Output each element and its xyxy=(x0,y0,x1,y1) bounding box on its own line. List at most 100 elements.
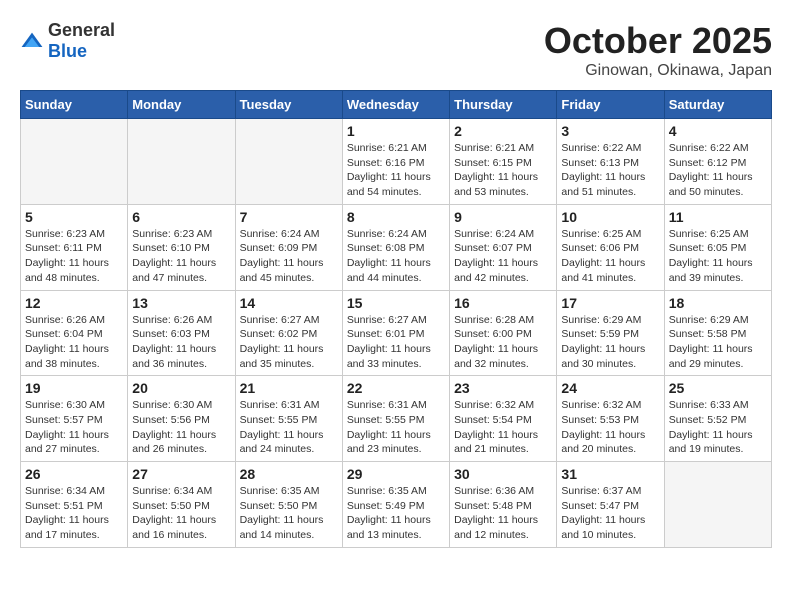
calendar-cell: 1 Sunrise: 6:21 AM Sunset: 6:16 PM Daylig… xyxy=(342,119,449,205)
location-title: Ginowan, Okinawa, Japan xyxy=(544,62,772,80)
day-number: 31 xyxy=(561,466,659,482)
day-info: Sunrise: 6:23 AM Sunset: 6:10 PM Dayligh… xyxy=(132,227,230,286)
calendar-week-row: 12 Sunrise: 6:26 AM Sunset: 6:04 PM Dayli… xyxy=(21,290,772,376)
calendar-cell: 18 Sunrise: 6:29 AM Sunset: 5:58 PM Dayli… xyxy=(664,290,771,376)
day-info: Sunrise: 6:25 AM Sunset: 6:06 PM Dayligh… xyxy=(561,227,659,286)
header: General Blue October 2025 Ginowan, Okina… xyxy=(20,20,772,80)
calendar-cell: 31 Sunrise: 6:37 AM Sunset: 5:47 PM Dayli… xyxy=(557,462,664,548)
day-number: 14 xyxy=(240,295,338,311)
day-info: Sunrise: 6:37 AM Sunset: 5:47 PM Dayligh… xyxy=(561,484,659,543)
day-number: 12 xyxy=(25,295,123,311)
calendar-week-row: 5 Sunrise: 6:23 AM Sunset: 6:11 PM Daylig… xyxy=(21,204,772,290)
calendar-cell: 22Sunrise: 6:31 AM Sunset: 5:55 PM Dayli… xyxy=(342,376,449,462)
day-number: 28 xyxy=(240,466,338,482)
day-info: Sunrise: 6:21 AM Sunset: 6:15 PM Dayligh… xyxy=(454,141,552,200)
day-number: 29 xyxy=(347,466,445,482)
calendar-cell: 14Sunrise: 6:27 AM Sunset: 6:02 PM Dayli… xyxy=(235,290,342,376)
day-number: 18 xyxy=(669,295,767,311)
day-number: 23 xyxy=(454,380,552,396)
weekday-header-saturday: Saturday xyxy=(664,91,771,119)
day-info: Sunrise: 6:24 AM Sunset: 6:09 PM Dayligh… xyxy=(240,227,338,286)
day-number: 1 xyxy=(347,123,445,139)
calendar-cell: 23 Sunrise: 6:32 AM Sunset: 5:54 PM Dayli… xyxy=(450,376,557,462)
day-info: Sunrise: 6:31 AM Sunset: 5:55 PM Dayligh… xyxy=(240,398,338,457)
calendar-cell: 27 Sunrise: 6:34 AM Sunset: 5:50 PM Dayli… xyxy=(128,462,235,548)
day-info: Sunrise: 6:27 AM Sunset: 6:01 PM Dayligh… xyxy=(347,313,445,372)
calendar-cell: 25Sunrise: 6:33 AM Sunset: 5:52 PM Dayli… xyxy=(664,376,771,462)
day-info: Sunrise: 6:32 AM Sunset: 5:54 PM Dayligh… xyxy=(454,398,552,457)
day-number: 9 xyxy=(454,209,552,225)
calendar-cell: 20 Sunrise: 6:30 AM Sunset: 5:56 PM Dayli… xyxy=(128,376,235,462)
calendar-cell: 12 Sunrise: 6:26 AM Sunset: 6:04 PM Dayli… xyxy=(21,290,128,376)
day-info: Sunrise: 6:34 AM Sunset: 5:50 PM Dayligh… xyxy=(132,484,230,543)
day-info: Sunrise: 6:35 AM Sunset: 5:50 PM Dayligh… xyxy=(240,484,338,543)
weekday-header-thursday: Thursday xyxy=(450,91,557,119)
day-number: 7 xyxy=(240,209,338,225)
calendar-cell: 17Sunrise: 6:29 AM Sunset: 5:59 PM Dayli… xyxy=(557,290,664,376)
calendar-cell: 11 Sunrise: 6:25 AM Sunset: 6:05 PM Dayli… xyxy=(664,204,771,290)
day-number: 6 xyxy=(132,209,230,225)
day-number: 19 xyxy=(25,380,123,396)
weekday-header-tuesday: Tuesday xyxy=(235,91,342,119)
weekday-header-sunday: Sunday xyxy=(21,91,128,119)
calendar-week-row: 19 Sunrise: 6:30 AM Sunset: 5:57 PM Dayli… xyxy=(21,376,772,462)
calendar-week-row: 1 Sunrise: 6:21 AM Sunset: 6:16 PM Daylig… xyxy=(21,119,772,205)
calendar-cell: 15 Sunrise: 6:27 AM Sunset: 6:01 PM Dayli… xyxy=(342,290,449,376)
day-info: Sunrise: 6:30 AM Sunset: 5:57 PM Dayligh… xyxy=(25,398,123,457)
day-number: 16 xyxy=(454,295,552,311)
calendar-cell: 7 Sunrise: 6:24 AM Sunset: 6:09 PM Daylig… xyxy=(235,204,342,290)
day-number: 15 xyxy=(347,295,445,311)
day-info: Sunrise: 6:29 AM Sunset: 5:58 PM Dayligh… xyxy=(669,313,767,372)
calendar-cell: 3Sunrise: 6:22 AM Sunset: 6:13 PM Daylig… xyxy=(557,119,664,205)
day-info: Sunrise: 6:34 AM Sunset: 5:51 PM Dayligh… xyxy=(25,484,123,543)
calendar-cell xyxy=(128,119,235,205)
logo: General Blue xyxy=(20,20,115,62)
day-info: Sunrise: 6:24 AM Sunset: 6:07 PM Dayligh… xyxy=(454,227,552,286)
calendar-week-row: 26Sunrise: 6:34 AM Sunset: 5:51 PM Dayli… xyxy=(21,462,772,548)
calendar-cell: 13Sunrise: 6:26 AM Sunset: 6:03 PM Dayli… xyxy=(128,290,235,376)
day-info: Sunrise: 6:35 AM Sunset: 5:49 PM Dayligh… xyxy=(347,484,445,543)
day-info: Sunrise: 6:21 AM Sunset: 6:16 PM Dayligh… xyxy=(347,141,445,200)
calendar-cell: 8Sunrise: 6:24 AM Sunset: 6:08 PM Daylig… xyxy=(342,204,449,290)
day-number: 11 xyxy=(669,209,767,225)
calendar-cell: 24Sunrise: 6:32 AM Sunset: 5:53 PM Dayli… xyxy=(557,376,664,462)
day-number: 22 xyxy=(347,380,445,396)
calendar-cell: 6 Sunrise: 6:23 AM Sunset: 6:10 PM Daylig… xyxy=(128,204,235,290)
calendar-cell: 4 Sunrise: 6:22 AM Sunset: 6:12 PM Daylig… xyxy=(664,119,771,205)
calendar-cell: 2 Sunrise: 6:21 AM Sunset: 6:15 PM Daylig… xyxy=(450,119,557,205)
calendar-cell: 19 Sunrise: 6:30 AM Sunset: 5:57 PM Dayli… xyxy=(21,376,128,462)
calendar-cell: 21Sunrise: 6:31 AM Sunset: 5:55 PM Dayli… xyxy=(235,376,342,462)
day-info: Sunrise: 6:33 AM Sunset: 5:52 PM Dayligh… xyxy=(669,398,767,457)
calendar-cell xyxy=(235,119,342,205)
calendar-cell: 30Sunrise: 6:36 AM Sunset: 5:48 PM Dayli… xyxy=(450,462,557,548)
day-number: 2 xyxy=(454,123,552,139)
day-info: Sunrise: 6:30 AM Sunset: 5:56 PM Dayligh… xyxy=(132,398,230,457)
calendar-cell: 28 Sunrise: 6:35 AM Sunset: 5:50 PM Dayli… xyxy=(235,462,342,548)
day-info: Sunrise: 6:24 AM Sunset: 6:08 PM Dayligh… xyxy=(347,227,445,286)
day-info: Sunrise: 6:22 AM Sunset: 6:13 PM Dayligh… xyxy=(561,141,659,200)
calendar-cell: 26Sunrise: 6:34 AM Sunset: 5:51 PM Dayli… xyxy=(21,462,128,548)
day-info: Sunrise: 6:32 AM Sunset: 5:53 PM Dayligh… xyxy=(561,398,659,457)
weekday-header-row: SundayMondayTuesdayWednesdayThursdayFrid… xyxy=(21,91,772,119)
weekday-header-monday: Monday xyxy=(128,91,235,119)
calendar-cell: 10Sunrise: 6:25 AM Sunset: 6:06 PM Dayli… xyxy=(557,204,664,290)
month-title: October 2025 xyxy=(544,20,772,62)
logo-general-text: General xyxy=(48,20,115,40)
day-info: Sunrise: 6:28 AM Sunset: 6:00 PM Dayligh… xyxy=(454,313,552,372)
day-info: Sunrise: 6:22 AM Sunset: 6:12 PM Dayligh… xyxy=(669,141,767,200)
logo-blue-text: Blue xyxy=(48,41,87,61)
day-number: 30 xyxy=(454,466,552,482)
weekday-header-friday: Friday xyxy=(557,91,664,119)
day-info: Sunrise: 6:26 AM Sunset: 6:04 PM Dayligh… xyxy=(25,313,123,372)
weekday-header-wednesday: Wednesday xyxy=(342,91,449,119)
day-number: 27 xyxy=(132,466,230,482)
day-number: 4 xyxy=(669,123,767,139)
day-number: 20 xyxy=(132,380,230,396)
day-number: 13 xyxy=(132,295,230,311)
day-number: 5 xyxy=(25,209,123,225)
day-number: 17 xyxy=(561,295,659,311)
calendar-cell: 5 Sunrise: 6:23 AM Sunset: 6:11 PM Daylig… xyxy=(21,204,128,290)
calendar-cell: 29 Sunrise: 6:35 AM Sunset: 5:49 PM Dayli… xyxy=(342,462,449,548)
day-info: Sunrise: 6:23 AM Sunset: 6:11 PM Dayligh… xyxy=(25,227,123,286)
day-info: Sunrise: 6:25 AM Sunset: 6:05 PM Dayligh… xyxy=(669,227,767,286)
